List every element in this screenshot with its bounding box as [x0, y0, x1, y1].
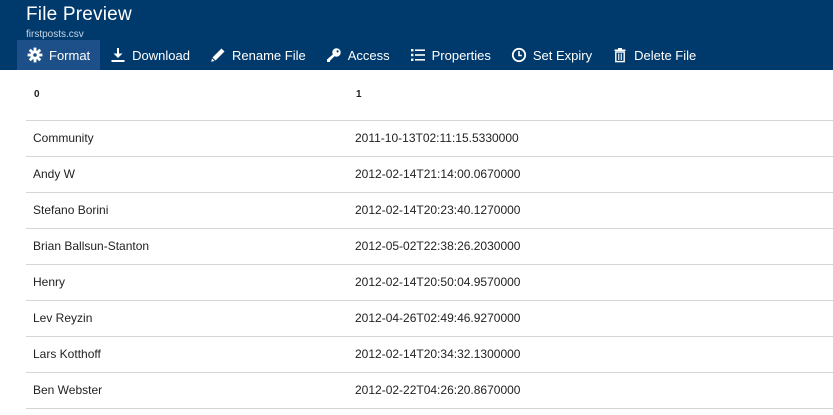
- format-label: Format: [49, 47, 91, 63]
- pencil-icon: [210, 47, 226, 63]
- table-row: Ben Webster 2012-02-22T04:26:20.8670000: [26, 372, 833, 409]
- trash-icon: [612, 47, 628, 63]
- preview-table: 0 1 Community 2011-10-13T02:11:15.533000…: [26, 70, 833, 409]
- page-title: File Preview: [26, 4, 132, 25]
- cell-name: Lev Reyzin: [26, 300, 348, 337]
- cell-name: Stefano Borini: [26, 192, 348, 229]
- file-name: firstposts.csv: [26, 29, 84, 40]
- access-label: Access: [347, 47, 390, 63]
- cell-timestamp: 2012-02-14T20:23:40.1270000: [348, 192, 833, 229]
- cell-name: Andy W: [26, 156, 348, 193]
- toolbar: Format Download Rename File Access Prope…: [17, 40, 706, 70]
- table-row: Community 2011-10-13T02:11:15.5330000: [26, 120, 833, 157]
- cell-timestamp: 2012-02-14T21:14:00.0670000: [348, 156, 833, 193]
- rename-file-label: Rename File: [232, 47, 306, 63]
- key-icon: [326, 47, 342, 63]
- cell-timestamp: 2012-02-14T20:34:32.1300000: [348, 336, 833, 373]
- cell-name: Lars Kotthoff: [26, 336, 348, 373]
- download-icon: [110, 47, 126, 63]
- cell-name: Brian Ballsun-Stanton: [26, 228, 348, 265]
- cell-timestamp: 2012-02-22T04:26:20.8670000: [348, 372, 833, 409]
- clock-icon: [511, 47, 527, 63]
- column-header-1: 1: [348, 70, 833, 121]
- set-expiry-label: Set Expiry: [532, 47, 593, 63]
- gear-icon: [27, 47, 43, 63]
- cell-timestamp: 2012-05-02T22:38:26.2030000: [348, 228, 833, 265]
- cell-name: Community: [26, 120, 348, 157]
- table-row: Lev Reyzin 2012-04-26T02:49:46.9270000: [26, 300, 833, 337]
- delete-file-button[interactable]: Delete File: [602, 40, 706, 70]
- list-icon: [410, 47, 426, 63]
- download-label: Download: [132, 47, 190, 63]
- delete-file-label: Delete File: [634, 47, 697, 63]
- table-row: Andy W 2012-02-14T21:14:00.0670000: [26, 156, 833, 193]
- file-preview-content: 0 1 Community 2011-10-13T02:11:15.533000…: [26, 70, 833, 415]
- cell-name: Henry: [26, 264, 348, 301]
- table-row: Lars Kotthoff 2012-02-14T20:34:32.130000…: [26, 336, 833, 373]
- column-header-0: 0: [26, 70, 348, 121]
- table-row: Henry 2012-02-14T20:50:04.9570000: [26, 264, 833, 301]
- properties-button[interactable]: Properties: [400, 40, 501, 70]
- set-expiry-button[interactable]: Set Expiry: [501, 40, 602, 70]
- properties-label: Properties: [431, 47, 491, 63]
- table-header-row: 0 1: [26, 70, 833, 121]
- format-button[interactable]: Format: [17, 40, 101, 70]
- rename-file-button[interactable]: Rename File: [200, 40, 316, 70]
- access-button[interactable]: Access: [316, 40, 400, 70]
- app-header: File Preview firstposts.csv Format Downl…: [0, 0, 833, 70]
- cell-timestamp: 2011-10-13T02:11:15.5330000: [348, 120, 833, 157]
- table-row: Brian Ballsun-Stanton 2012-05-02T22:38:2…: [26, 228, 833, 265]
- table-row: Stefano Borini 2012-02-14T20:23:40.12700…: [26, 192, 833, 229]
- cell-timestamp: 2012-02-14T20:50:04.9570000: [348, 264, 833, 301]
- download-button[interactable]: Download: [100, 40, 200, 70]
- cell-timestamp: 2012-04-26T02:49:46.9270000: [348, 300, 833, 337]
- cell-name: Ben Webster: [26, 372, 348, 409]
